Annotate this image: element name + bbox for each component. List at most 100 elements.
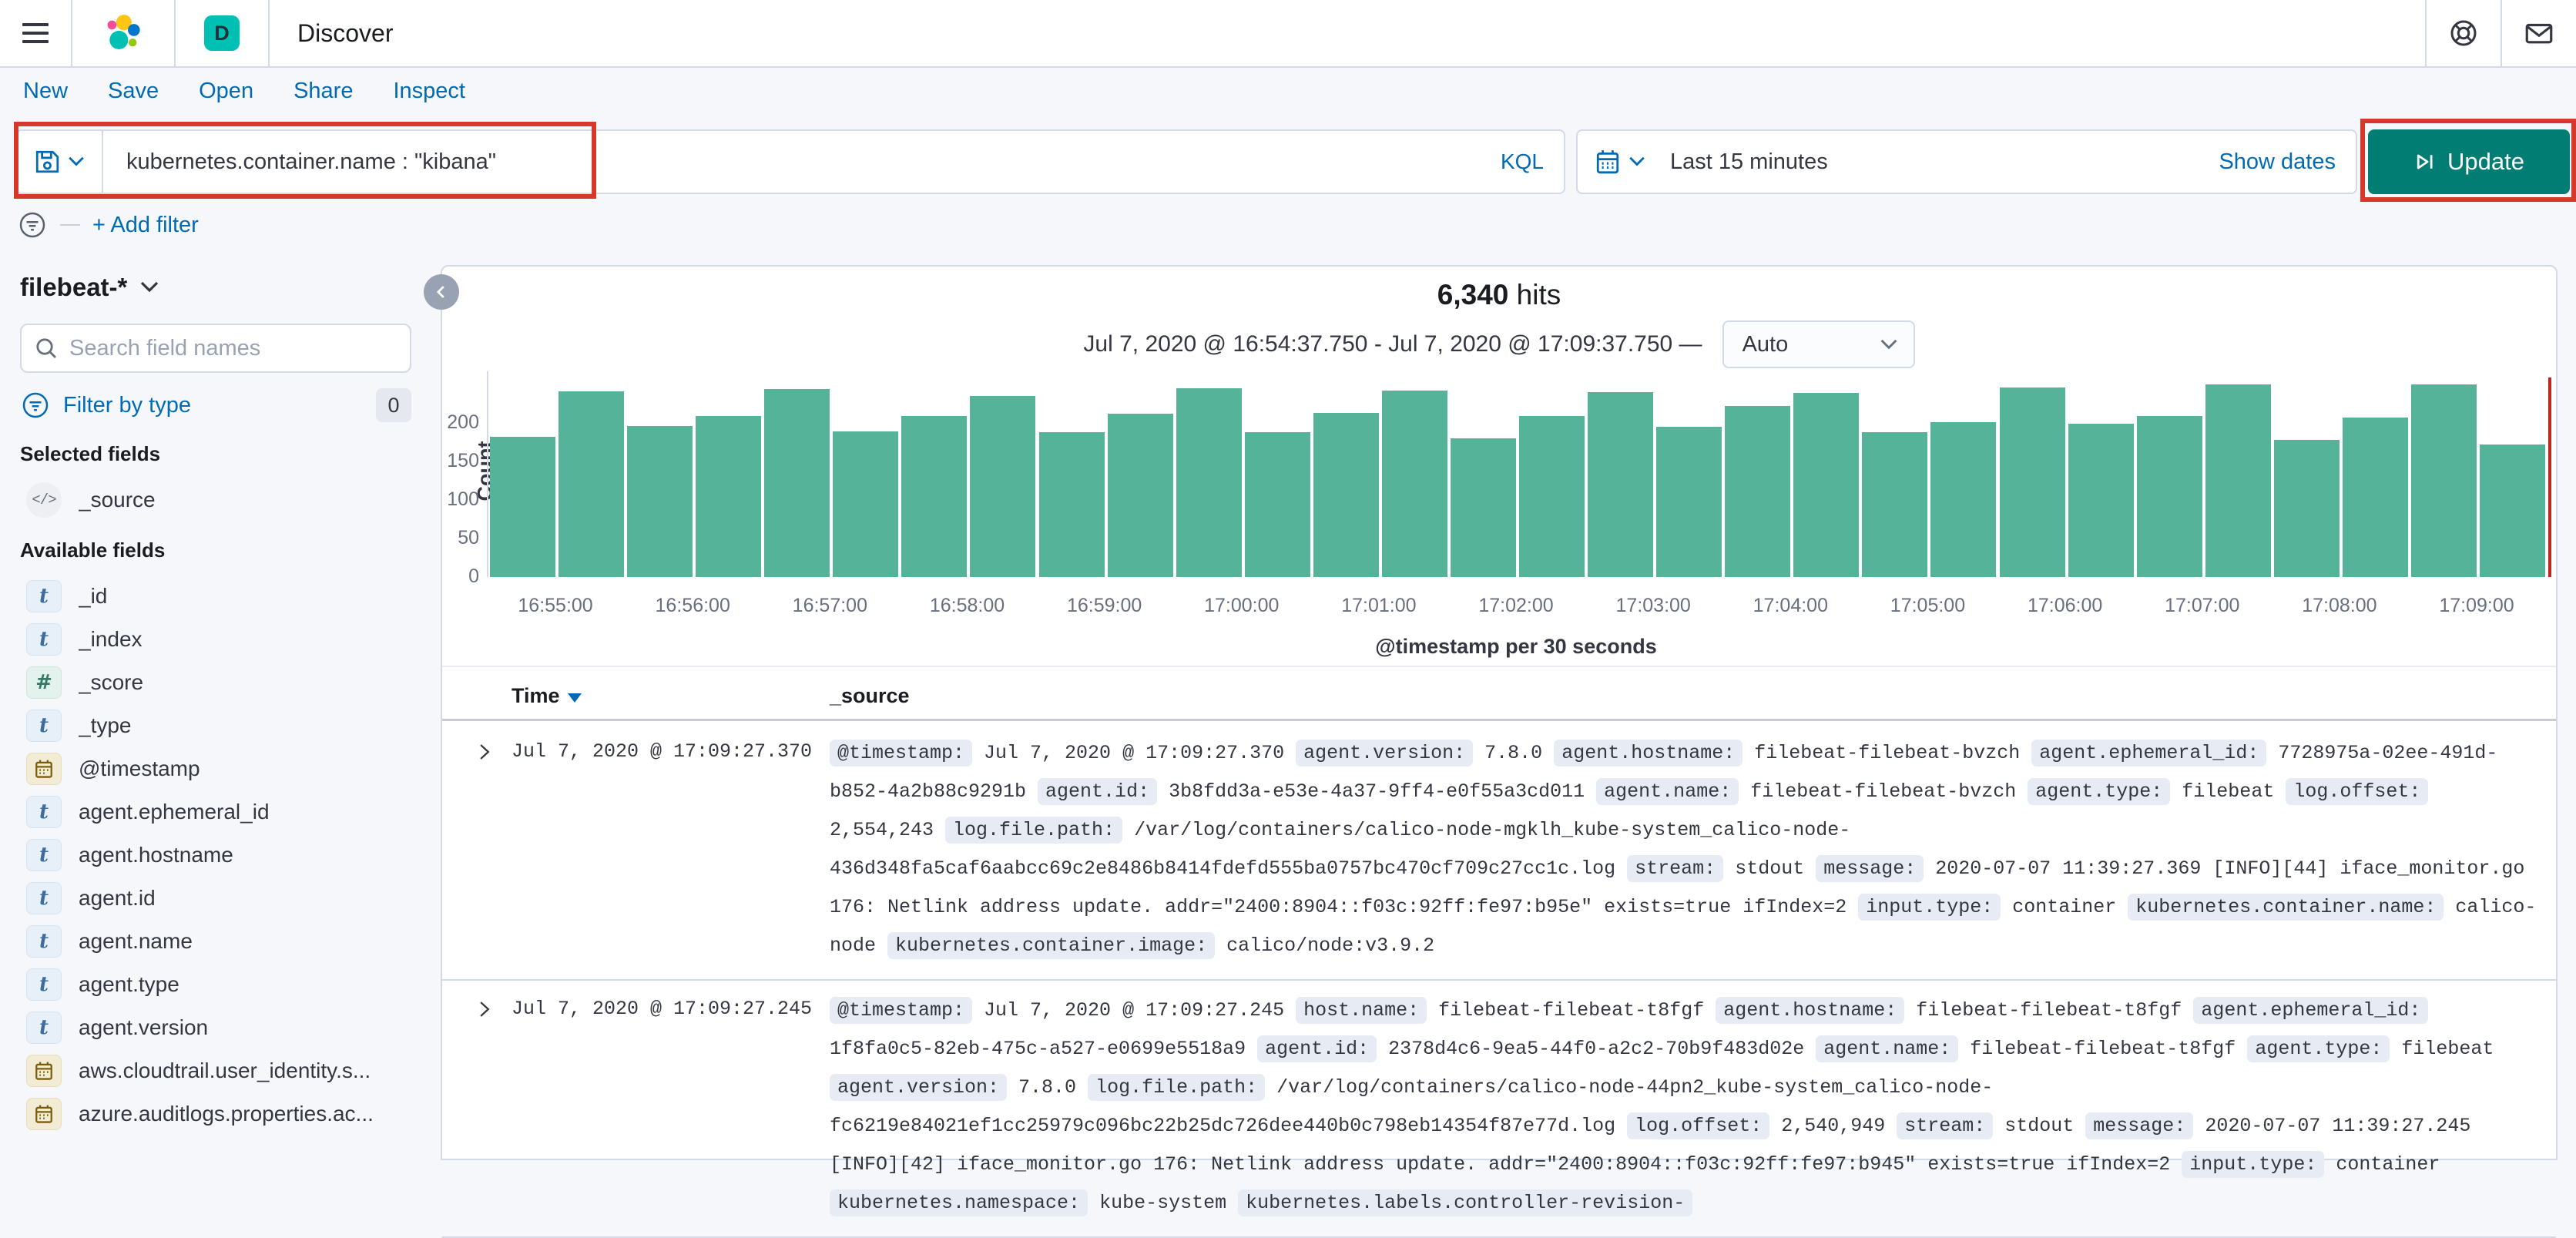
- histogram-bar-17:00:30[interactable]: [1313, 413, 1379, 577]
- number-type-icon: #: [26, 666, 62, 699]
- field-search-input[interactable]: [69, 335, 397, 361]
- field-item-azure.auditlogs.properties.ac...[interactable]: azure.auditlogs.properties.ac...: [20, 1092, 411, 1136]
- field-item-agent.hostname[interactable]: t agent.hostname: [20, 834, 411, 877]
- histogram-bar-17:09:00[interactable]: [2480, 445, 2546, 577]
- hits-label: hits: [1516, 279, 1561, 310]
- histogram-bar-16:57:00[interactable]: [833, 431, 899, 577]
- histogram-bar-17:06:30[interactable]: [2136, 416, 2202, 577]
- histogram-bar-17:02:30[interactable]: [1588, 392, 1654, 577]
- interval-select[interactable]: Auto: [1722, 320, 1915, 368]
- histogram-bar-17:08:00[interactable]: [2342, 418, 2408, 577]
- newsfeed-button[interactable]: [2502, 0, 2576, 66]
- histogram-bar-17:01:30[interactable]: [1450, 438, 1516, 577]
- field-item-agent.name[interactable]: t agent.name: [20, 920, 411, 963]
- discover-results-panel: 6,340 hits Jul 7, 2020 @ 16:54:37.750 - …: [424, 265, 2558, 1238]
- field-name-pill: agent.version:: [1296, 740, 1474, 767]
- histogram-bar-16:58:00[interactable]: [970, 396, 1036, 577]
- field-name: azure.auditlogs.properties.ac...: [79, 1102, 374, 1126]
- histogram-bar-17:07:00[interactable]: [2205, 384, 2271, 577]
- field-item-aws.cloudtrail.user_identity.s...[interactable]: aws.cloudtrail.user_identity.s...: [20, 1049, 411, 1092]
- update-button[interactable]: Update: [2368, 129, 2570, 194]
- histogram-bar-17:04:00[interactable]: [1793, 393, 1860, 577]
- index-pattern-selector[interactable]: filebeat-*: [20, 273, 411, 302]
- query-input[interactable]: [103, 149, 1481, 175]
- menu-link-new[interactable]: New: [23, 79, 68, 104]
- field-item-_index[interactable]: t _index: [20, 618, 411, 661]
- filter-icon[interactable]: [17, 210, 48, 240]
- app-badge-cell[interactable]: D: [176, 0, 268, 66]
- x-axis-title: @timestamp per 30 seconds: [1375, 635, 1657, 658]
- divider: [442, 666, 2556, 667]
- table-row: Jul 7, 2020 @ 17:09:27.245 @timestamp: Ju…: [442, 981, 2556, 1238]
- x-tick-16:55:00: 16:55:00: [518, 595, 593, 616]
- histogram-bar-17:08:30[interactable]: [2410, 384, 2477, 577]
- histogram-bar-17:02:00[interactable]: [1519, 416, 1585, 577]
- chevron-down-icon: [69, 156, 84, 166]
- field-item-_score[interactable]: # _score: [20, 661, 411, 704]
- field-name-pill: stream:: [1897, 1112, 1994, 1139]
- histogram-bar-17:00:00[interactable]: [1244, 432, 1310, 577]
- field-item-_id[interactable]: t _id: [20, 575, 411, 618]
- histogram-bar-17:06:00[interactable]: [2068, 424, 2134, 577]
- saved-query-menu-button[interactable]: [17, 131, 103, 193]
- histogram-bar-17:05:00[interactable]: [1930, 422, 1997, 577]
- field-search-box: [20, 324, 411, 373]
- menu-link-share[interactable]: Share: [293, 79, 353, 104]
- expand-row-icon[interactable]: [475, 742, 495, 762]
- histogram-bar-16:54:30[interactable]: [490, 437, 555, 577]
- time-range-end-marker: [2548, 377, 2552, 577]
- quick-select-menu-button[interactable]: [1578, 149, 1659, 175]
- field-item-@timestamp[interactable]: @timestamp: [20, 747, 411, 790]
- field-item-agent.type[interactable]: t agent.type: [20, 963, 411, 1006]
- calendar-icon: [1596, 150, 1619, 174]
- column-header-time[interactable]: Time: [512, 684, 582, 708]
- field-item-agent.ephemeral_id[interactable]: t agent.ephemeral_id: [20, 790, 411, 834]
- menu-link-open[interactable]: Open: [199, 79, 253, 104]
- histogram-bar-16:59:00[interactable]: [1107, 414, 1173, 577]
- field-item-_source[interactable]: </> _source: [20, 478, 411, 522]
- elastic-logo-icon: [107, 15, 140, 49]
- histogram-bar-16:56:00[interactable]: [696, 416, 762, 577]
- field-item-agent.version[interactable]: t agent.version: [20, 1006, 411, 1049]
- menu-link-save[interactable]: Save: [108, 79, 159, 104]
- histogram-bar-17:05:30[interactable]: [1999, 388, 2065, 577]
- expand-row-icon[interactable]: [475, 999, 495, 1019]
- histogram-bar-17:03:30[interactable]: [1725, 406, 1791, 577]
- menu-link-inspect[interactable]: Inspect: [393, 79, 465, 104]
- time-cell: Jul 7, 2020 @ 17:09:27.370: [512, 740, 813, 763]
- histogram-bar-16:59:30[interactable]: [1176, 388, 1242, 577]
- field-item-_type[interactable]: t _type: [20, 704, 411, 747]
- x-tick-16:58:00: 16:58:00: [929, 595, 1005, 616]
- elastic-logo[interactable]: [72, 0, 174, 66]
- hamburger-menu-icon[interactable]: [0, 0, 71, 66]
- field-name: agent.ephemeral_id: [79, 800, 270, 824]
- histogram-bar-16:55:30[interactable]: [627, 426, 693, 577]
- histogram-bar-16:57:30[interactable]: [901, 416, 968, 577]
- histogram-bar-16:56:30[interactable]: [764, 389, 830, 577]
- help-button[interactable]: [2427, 0, 2501, 66]
- page-title: Discover: [297, 18, 394, 47]
- query-language-button[interactable]: KQL: [1481, 149, 1564, 174]
- filter-bar: + Add filter: [17, 210, 199, 240]
- histogram-bar-17:03:00[interactable]: [1656, 427, 1722, 577]
- histogram-chart[interactable]: [487, 371, 2552, 577]
- field-name-pill: agent.hostname:: [1554, 740, 1743, 767]
- string-type-icon: t: [26, 796, 62, 828]
- index-pattern-name: filebeat-*: [20, 273, 128, 301]
- show-dates-button[interactable]: Show dates: [2219, 149, 2356, 175]
- histogram-bar-17:01:00[interactable]: [1381, 391, 1447, 577]
- add-filter-button[interactable]: + Add filter: [92, 213, 199, 238]
- filter-by-type-button[interactable]: Filter by type: [63, 393, 364, 418]
- histogram-bar-16:55:00[interactable]: [558, 391, 625, 577]
- time-range-value[interactable]: Last 15 minutes: [1659, 149, 1828, 175]
- field-name: agent.version: [79, 1015, 209, 1039]
- field-item-agent.id[interactable]: t agent.id: [20, 877, 411, 920]
- available-fields-heading: Available fields: [20, 538, 166, 562]
- field-name-pill: agent.id:: [1257, 1035, 1377, 1062]
- date-picker: Last 15 minutes Show dates: [1576, 129, 2357, 194]
- field-name: _score: [79, 670, 144, 694]
- histogram-bar-17:07:30[interactable]: [2273, 440, 2340, 577]
- collapse-sidebar-button[interactable]: [424, 274, 459, 310]
- histogram-bar-16:58:30[interactable]: [1038, 432, 1105, 577]
- histogram-bar-17:04:30[interactable]: [1862, 432, 1928, 577]
